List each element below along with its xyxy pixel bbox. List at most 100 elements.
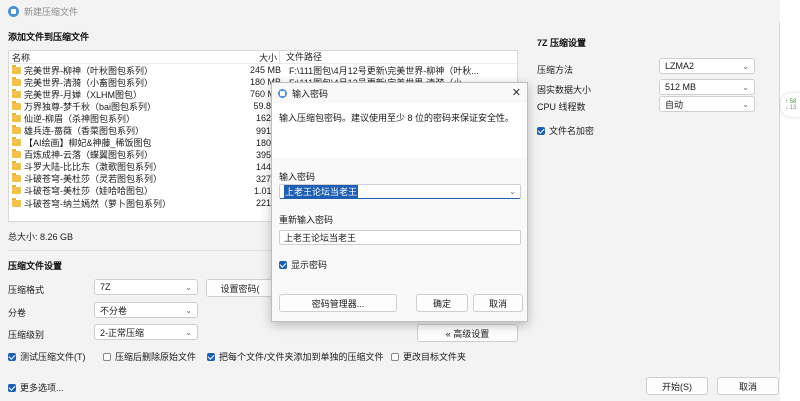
- threads-label: CPU 线程数: [537, 102, 586, 112]
- chevron-down-icon: ⌄: [185, 283, 192, 292]
- file-path: F:\111图包\4月12号更新\完美世界-柳神（叶秋...: [289, 65, 479, 76]
- method-value: LZMA2: [665, 61, 695, 71]
- split-select[interactable]: 不分卷 ⌄: [94, 302, 198, 318]
- window-title: 新建压缩文件: [24, 6, 79, 17]
- folder-icon: [12, 76, 21, 86]
- threads-value: 自动: [665, 99, 684, 110]
- column-name[interactable]: 名称: [9, 51, 229, 64]
- column-path[interactable]: 文件路径: [279, 51, 322, 64]
- checkbox-box: [103, 352, 111, 361]
- file-name: 雄兵连-蔷薇（香菜图包系列）: [24, 126, 144, 137]
- reenter-label: 重新输入密码: [279, 215, 334, 225]
- 7z-settings-title: 7Z 压缩设置: [537, 38, 587, 48]
- file-name: 斗破苍穹-纳兰嫣然（萝卜图包系列）: [24, 198, 171, 209]
- start-button[interactable]: 开始(S): [646, 377, 708, 395]
- checkbox-box: [391, 352, 399, 361]
- ok-button[interactable]: 确定: [416, 294, 468, 312]
- folder-icon: [12, 112, 21, 122]
- file-row[interactable]: 完美世界-柳神（叶秋图包系列） 245 MB F:\111图包\4月12号更新\完美…: [9, 64, 517, 76]
- checkbox-box: [279, 260, 287, 269]
- file-name: 万界独尊-梦千秋（bai图包系列）: [24, 101, 157, 112]
- checkbox-label: 更改目标文件夹: [403, 352, 467, 362]
- separate-archives-checkbox[interactable]: 把每个文件/文件夹添加到单独的压缩文件: [207, 350, 384, 363]
- password-label: 输入密码: [279, 172, 316, 182]
- chevron-down-icon[interactable]: ⌄: [509, 187, 516, 196]
- dialog-instruction-area: 输入压缩包密码。建议使用至少 8 位的密码来保证安全性。: [272, 103, 527, 158]
- window-titlebar: 新建压缩文件: [0, 0, 780, 22]
- dict-value: 512 MB: [665, 82, 697, 92]
- files-section-title: 添加文件到压缩文件: [8, 32, 90, 42]
- level-select[interactable]: 2-正常压缩 ⌄: [94, 324, 198, 340]
- file-name: 斗破苍穹-美杜莎（娃哈哈图包）: [24, 186, 153, 197]
- chevron-down-icon: ⌄: [742, 100, 749, 109]
- folder-icon: [12, 100, 21, 110]
- format-value: 7Z: [100, 282, 111, 292]
- folder-icon: [12, 64, 21, 74]
- chevron-down-icon: ⌄: [742, 83, 749, 92]
- more-options-checkbox[interactable]: 更多选项...: [8, 381, 64, 394]
- delete-original-checkbox[interactable]: 压缩后删除原始文件: [103, 350, 196, 363]
- split-label: 分卷: [8, 308, 27, 318]
- method-label: 压缩方法: [537, 65, 574, 75]
- folder-icon: [12, 125, 21, 135]
- column-size[interactable]: 大小: [229, 51, 277, 64]
- encrypt-filenames-checkbox[interactable]: 文件名加密: [537, 124, 594, 137]
- reenter-value: 上老王论坛当老王: [284, 233, 357, 243]
- file-name: 斗破苍穹-美杜莎（灵若图包系列）: [24, 174, 162, 185]
- file-name: 【AI绘画】柳妃&神藤_稀饭图包: [24, 138, 152, 149]
- threads-select[interactable]: 自动 ⌄: [659, 96, 755, 112]
- split-value: 不分卷: [100, 305, 128, 316]
- chevron-down-icon: ⌄: [185, 306, 192, 315]
- download-speed: ↓ 13: [785, 105, 797, 111]
- total-size: 总大小: 8.26 GB: [8, 232, 74, 242]
- dialog-instruction: 输入压缩包密码。建议使用至少 8 位的密码来保证安全性。: [279, 113, 515, 123]
- checkbox-label: 显示密码: [291, 260, 328, 270]
- folder-icon: [12, 197, 21, 207]
- checkbox-box: [8, 352, 16, 361]
- close-icon[interactable]: ✕: [512, 86, 521, 99]
- dialog-cancel-button[interactable]: 取消: [473, 294, 523, 312]
- set-password-button[interactable]: 设置密码(: [206, 279, 274, 297]
- test-archive-checkbox[interactable]: 测试压缩文件(T): [8, 350, 86, 363]
- method-select[interactable]: LZMA2 ⌄: [659, 58, 755, 74]
- cancel-button[interactable]: 取消: [717, 377, 779, 395]
- checkbox-label: 压缩后删除原始文件: [115, 352, 197, 362]
- dict-label: 固实数据大小: [537, 85, 592, 95]
- app-icon: [8, 5, 19, 17]
- chevron-down-icon: ⌄: [742, 62, 749, 71]
- folder-icon: [12, 149, 21, 159]
- folder-icon: [12, 173, 21, 183]
- level-value: 2-正常压缩: [100, 327, 145, 338]
- format-select[interactable]: 7Z ⌄: [94, 279, 198, 295]
- folder-icon: [12, 137, 21, 147]
- folder-icon: [12, 185, 21, 195]
- checkbox-box: [207, 352, 215, 361]
- bottom-bar: 更多选项... 开始(S) 取消: [0, 372, 780, 401]
- file-name: 完美世界-清漪（小畜图包系列）: [24, 77, 153, 88]
- dialog-titlebar: 输入密码: [272, 83, 527, 103]
- show-password-checkbox[interactable]: 显示密码: [279, 258, 327, 271]
- advanced-settings-button[interactable]: « 高级设置: [417, 324, 518, 342]
- folder-icon: [12, 161, 21, 171]
- checkbox-box: [537, 126, 545, 135]
- dialog-title: 输入密码: [292, 88, 329, 99]
- change-target-checkbox[interactable]: 更改目标文件夹: [391, 350, 466, 363]
- network-speed-widget[interactable]: ↑ 58 ↓ 13: [781, 93, 800, 117]
- checkbox-label: 测试压缩文件(T): [20, 352, 86, 362]
- file-list-header: 名称 大小 文件路径: [9, 51, 517, 64]
- file-name: 完美世界-柳神（叶秋图包系列）: [24, 65, 153, 76]
- 7z-settings-panel: 7Z 压缩设置 压缩方法 LZMA2 ⌄ 固实数据大小 512 MB ⌄ CPU…: [528, 28, 768, 368]
- checkbox-box: [8, 383, 16, 392]
- checkbox-label: 文件名加密: [549, 126, 595, 136]
- file-name: 斗罗大陆-比比东（激歌图包系列）: [24, 162, 162, 173]
- password-dialog: 输入密码 ✕ 输入压缩包密码。建议使用至少 8 位的密码来保证安全性。 输入密码…: [271, 82, 528, 322]
- format-label: 压缩格式: [8, 285, 45, 295]
- password-input[interactable]: 上老王论坛当老王 ⌄: [279, 184, 521, 199]
- dict-select[interactable]: 512 MB ⌄: [659, 79, 755, 95]
- password-manager-button[interactable]: 密码管理器...: [279, 294, 397, 312]
- app-icon: [278, 88, 287, 98]
- file-name: 仙逆-柳眉（杀神图包系列）: [24, 113, 135, 124]
- checkbox-label: 把每个文件/文件夹添加到单独的压缩文件: [219, 352, 384, 362]
- level-label: 压缩级别: [8, 330, 45, 340]
- reenter-password-input[interactable]: 上老王论坛当老王: [279, 230, 521, 245]
